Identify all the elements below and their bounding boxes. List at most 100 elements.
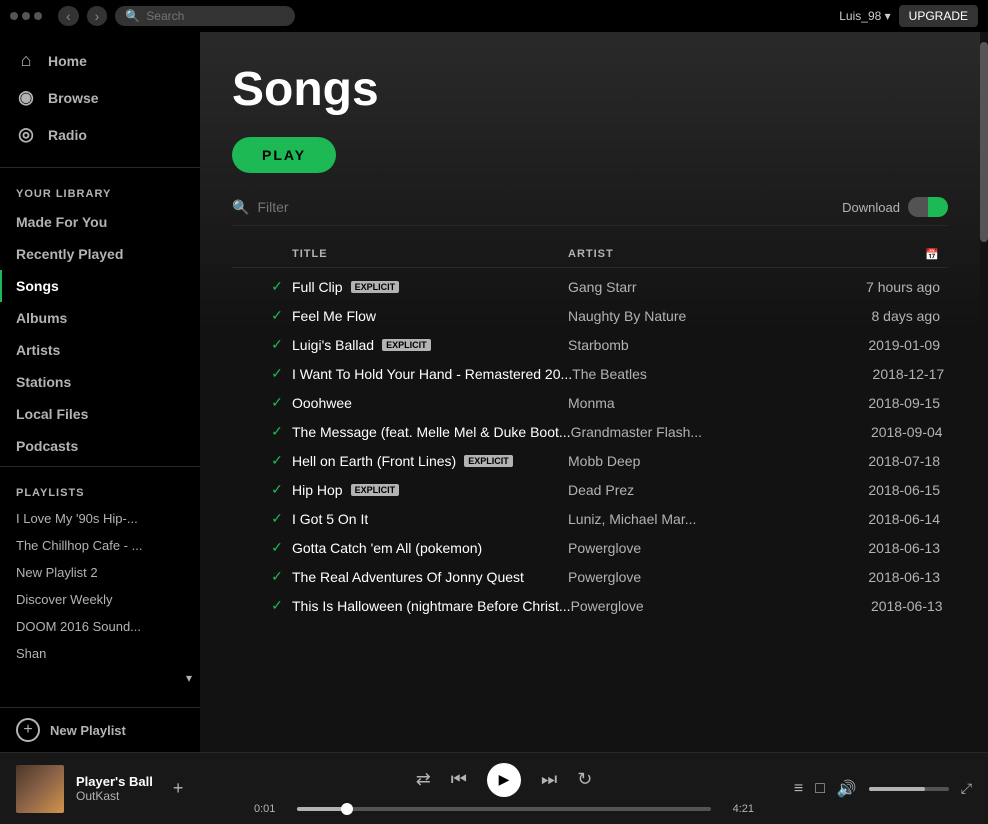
check-col: ✓ <box>262 452 292 469</box>
table-row[interactable]: ✓The Real Adventures Of Jonny QuestPower… <box>232 562 948 591</box>
player-right: ≡ □ 🔊 ⤢ <box>772 779 972 799</box>
song-title: Full Clip <box>292 279 343 295</box>
playlist-item-1[interactable]: I Love My '90s Hip-... <box>0 505 200 532</box>
download-toggle[interactable] <box>908 197 948 217</box>
title-cell: I Got 5 On It <box>292 511 568 527</box>
sidebar-item-albums[interactable]: Albums <box>0 302 200 334</box>
upgrade-button[interactable]: UPGRADE <box>899 5 978 27</box>
play-button[interactable]: PLAY <box>232 137 336 173</box>
search-bar[interactable]: 🔍 <box>115 6 295 26</box>
progress-fill <box>297 807 347 811</box>
table-row[interactable]: ✓Hell on Earth (Front Lines) EXPLICIT Mobb… <box>232 446 948 475</box>
sidebar-item-podcasts-label: Podcasts <box>16 438 78 454</box>
title-cell: Hip HopEXPLICIT <box>292 482 568 498</box>
check-col: ✓ <box>262 423 292 440</box>
explicit-badge: EXPLICIT <box>351 281 400 293</box>
player-add-button[interactable]: + <box>173 778 184 799</box>
repeat-button[interactable]: ↻ <box>577 769 592 790</box>
download-wrap: Download <box>842 197 948 217</box>
artist-cell: Powerglove <box>571 598 791 614</box>
sidebar-item-local-files-label: Local Files <box>16 406 88 422</box>
table-row[interactable]: ✓Hip HopEXPLICITDead Prez2018-06-15 <box>232 475 948 504</box>
sidebar-item-songs[interactable]: Songs <box>0 270 200 302</box>
new-playlist-button[interactable]: + New Playlist <box>0 707 200 752</box>
nav-back-button[interactable]: ‹ <box>58 6 79 26</box>
song-title: The Real Adventures Of Jonny Quest <box>292 569 524 585</box>
playlist-item-4[interactable]: Discover Weekly <box>0 586 200 613</box>
sidebar-item-radio[interactable]: ◎ Radio <box>0 116 200 153</box>
sidebar-item-podcasts[interactable]: Podcasts <box>0 430 200 462</box>
table-row[interactable]: ✓OoohweeMonma2018-09-15 <box>232 388 948 417</box>
volume-bar[interactable] <box>869 787 949 791</box>
sidebar-item-browse-label: Browse <box>48 90 99 106</box>
playlist-item-2[interactable]: The Chillhop Cafe - ... <box>0 532 200 559</box>
songs-table: TITLE ARTIST 📅 ✓Full ClipEXPLICITGang St… <box>232 242 948 620</box>
table-row[interactable]: ✓Gotta Catch 'em All (pokemon)Powerglove… <box>232 533 948 562</box>
playlist-item-3[interactable]: New Playlist 2 <box>0 559 200 586</box>
queue-button[interactable]: ≡ <box>794 780 803 798</box>
song-title: Gotta Catch 'em All (pokemon) <box>292 540 482 556</box>
artist-cell: Grandmaster Flash... <box>571 424 791 440</box>
filter-search-icon: 🔍 <box>232 199 249 216</box>
artist-cell: Starbomb <box>568 337 788 353</box>
radio-icon: ◎ <box>16 124 36 145</box>
devices-button[interactable]: □ <box>815 780 825 798</box>
playlist-item-6[interactable]: Shan <box>0 640 200 667</box>
sidebar-item-recently-played-label: Recently Played <box>16 246 123 262</box>
sidebar-item-home-label: Home <box>48 53 87 69</box>
filter-row: 🔍 Download <box>232 197 948 226</box>
table-row[interactable]: ✓I Got 5 On ItLuniz, Michael Mar...2018-… <box>232 504 948 533</box>
fullscreen-button[interactable]: ⤢ <box>961 780 972 797</box>
playlist-scroll-down-icon[interactable]: ▾ <box>186 671 192 685</box>
sidebar-item-artists[interactable]: Artists <box>0 334 200 366</box>
artist-cell: Mobb Deep <box>568 453 788 469</box>
play-pause-button[interactable]: ▶ <box>487 763 521 797</box>
player-song-title: Player's Ball <box>76 774 153 789</box>
table-row[interactable]: ✓This Is Halloween (nightmare Before Chr… <box>232 591 948 620</box>
player-album-art-inner <box>16 765 64 813</box>
table-row[interactable]: ✓I Want To Hold Your Hand - Remastered 2… <box>232 359 948 388</box>
sidebar-item-stations[interactable]: Stations <box>0 366 200 398</box>
col-header-date: 📅 <box>788 248 948 261</box>
song-title: This Is Halloween (nightmare Before Chri… <box>292 598 571 614</box>
table-row[interactable]: ✓Luigi's BalladEXPLICITStarbomb2019-01-0… <box>232 330 948 359</box>
sidebar-item-made-for-you-label: Made For You <box>16 214 107 230</box>
sidebar-item-albums-label: Albums <box>16 310 67 326</box>
nav-forward-button[interactable]: › <box>87 6 108 26</box>
shuffle-button[interactable]: ⇄ <box>416 769 431 790</box>
song-title: Hell on Earth (Front Lines) <box>292 453 456 469</box>
title-cell: The Real Adventures Of Jonny Quest <box>292 569 568 585</box>
sidebar-divider-2 <box>0 466 200 467</box>
time-total: 4:21 <box>719 803 754 815</box>
sidebar-item-made-for-you[interactable]: Made For You <box>0 206 200 238</box>
explicit-badge: EXPLICIT <box>351 484 400 496</box>
table-row[interactable]: ✓Feel Me FlowNaughty By Nature8 days ago <box>232 301 948 330</box>
filter-input[interactable] <box>257 199 457 215</box>
date-cell: 2018-06-13 <box>791 598 951 614</box>
table-row[interactable]: ✓Full ClipEXPLICITGang Starr7 hours ago <box>232 272 948 301</box>
browse-icon: ◉ <box>16 87 36 108</box>
check-col: ✓ <box>262 336 292 353</box>
artist-cell: Powerglove <box>568 540 788 556</box>
artist-cell: Gang Starr <box>568 279 788 295</box>
search-input[interactable] <box>146 9 276 23</box>
player-track-info: Player's Ball OutKast + <box>16 765 236 813</box>
sidebar-item-recently-played[interactable]: Recently Played <box>0 238 200 270</box>
check-col: ✓ <box>262 510 292 527</box>
col-header-check <box>262 248 292 261</box>
playlist-item-5[interactable]: DOOM 2016 Sound... <box>0 613 200 640</box>
table-row[interactable]: ✓The Message (feat. Melle Mel & Duke Boo… <box>232 417 948 446</box>
prev-button[interactable]: ⏮ <box>451 769 467 790</box>
sidebar-item-home[interactable]: ⌂ Home <box>0 42 200 79</box>
explicit-badge: EXPLICIT <box>464 455 513 467</box>
player-album-art <box>16 765 64 813</box>
progress-bar[interactable] <box>297 807 711 811</box>
filter-input-wrap: 🔍 <box>232 199 457 216</box>
right-scrollbar[interactable] <box>980 32 988 752</box>
sidebar-item-local-files[interactable]: Local Files <box>0 398 200 430</box>
check-col: ✓ <box>262 597 292 614</box>
date-cell: 7 hours ago <box>788 279 948 295</box>
artist-cell: Luniz, Michael Mar... <box>568 511 788 527</box>
sidebar-item-browse[interactable]: ◉ Browse <box>0 79 200 116</box>
next-button[interactable]: ⏭ <box>541 769 557 790</box>
